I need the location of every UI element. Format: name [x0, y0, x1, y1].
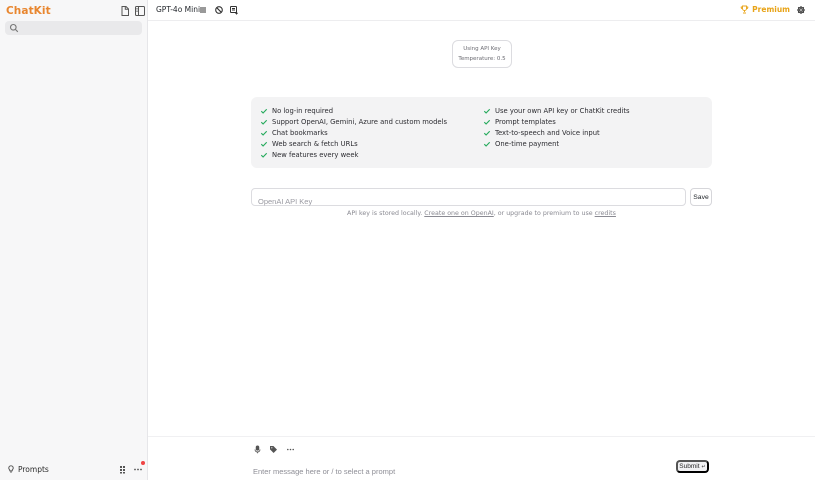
check-icon	[260, 118, 268, 126]
sidebar: ChatKit Prompts	[0, 0, 148, 480]
create-key-link[interactable]: Create one on OpenAI	[424, 210, 493, 217]
feature-item: Use your own API key or ChatKit credits	[483, 105, 630, 116]
check-icon	[483, 129, 491, 137]
list-icon[interactable]	[118, 464, 128, 474]
check-icon	[260, 129, 268, 137]
composer-divider	[148, 436, 815, 437]
credits-link[interactable]: credits	[595, 210, 616, 217]
feature-item: Text-to-speech and Voice input	[483, 127, 630, 138]
temperature-line: Temperature: 0.5	[458, 56, 506, 62]
submit-label: Submit	[679, 463, 700, 470]
new-chat-icon[interactable]	[119, 5, 131, 17]
bulb-icon	[7, 465, 15, 473]
block-icon[interactable]	[214, 5, 224, 15]
notification-badge	[141, 461, 145, 465]
check-icon	[483, 140, 491, 148]
premium-button[interactable]: Premium	[740, 5, 790, 14]
feature-item: New features every week	[260, 149, 447, 160]
features-left-list: No log-in required Support OpenAI, Gemin…	[260, 105, 447, 160]
menu-icon[interactable]	[198, 5, 208, 15]
search-input[interactable]	[21, 21, 139, 35]
api-key-note: API key is stored locally. Create one on…	[347, 210, 616, 217]
api-status-badge: Using API Key Temperature: 0.5	[452, 40, 512, 68]
check-icon	[483, 107, 491, 115]
message-field[interactable]	[253, 459, 668, 479]
check-icon	[483, 118, 491, 126]
api-key-input[interactable]	[252, 193, 685, 210]
microphone-icon[interactable]	[253, 445, 262, 454]
api-status-line: Using API Key	[463, 46, 501, 52]
check-icon	[260, 151, 268, 159]
top-bar: GPT-4o Mini Premium	[148, 0, 815, 21]
feature-item: Web search & fetch URLs	[260, 138, 447, 149]
submit-button[interactable]: Submit ↵	[676, 460, 709, 473]
message-input[interactable]	[253, 464, 668, 479]
app-logo: ChatKit	[6, 5, 51, 17]
model-selector[interactable]: GPT-4o Mini	[156, 5, 200, 14]
sidebar-toggle-icon[interactable]	[134, 5, 146, 17]
gear-icon[interactable]	[796, 5, 806, 15]
trophy-icon	[740, 5, 749, 14]
save-button[interactable]: Save	[690, 188, 712, 206]
feature-item: No log-in required	[260, 105, 447, 116]
features-right-list: Use your own API key or ChatKit credits …	[483, 105, 630, 149]
prompts-button[interactable]: Prompts	[7, 463, 49, 475]
tag-icon[interactable]	[269, 445, 278, 454]
prompts-label: Prompts	[18, 464, 49, 474]
features-card: No log-in required Support OpenAI, Gemin…	[251, 97, 712, 168]
check-icon	[260, 107, 268, 115]
search-box[interactable]	[5, 21, 142, 35]
enter-icon: ↵	[701, 463, 706, 470]
feature-item: One-time payment	[483, 138, 630, 149]
search-icon	[9, 23, 19, 33]
more-icon[interactable]	[286, 445, 295, 454]
add-chat-icon[interactable]	[229, 5, 239, 15]
check-icon	[260, 140, 268, 148]
api-key-field[interactable]	[251, 188, 686, 210]
feature-item: Support OpenAI, Gemini, Azure and custom…	[260, 116, 447, 127]
premium-label: Premium	[752, 5, 790, 14]
feature-item: Chat bookmarks	[260, 127, 447, 138]
feature-item: Prompt templates	[483, 116, 630, 127]
more-icon[interactable]	[133, 464, 143, 474]
